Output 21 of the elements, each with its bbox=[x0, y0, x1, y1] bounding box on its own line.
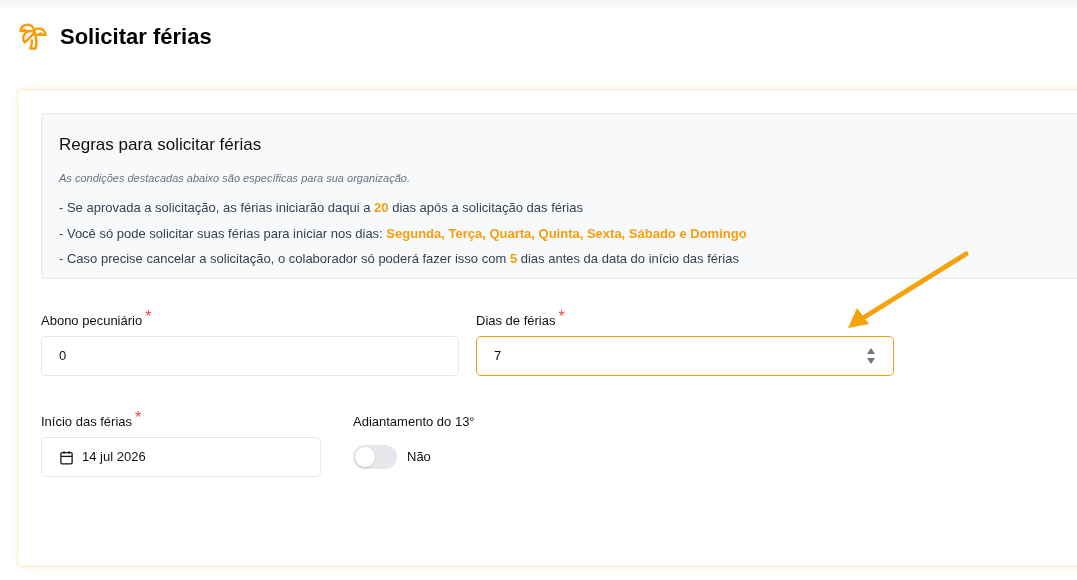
calendar-icon bbox=[59, 449, 74, 465]
date-field[interactable]: 14 jul 2026 bbox=[41, 437, 321, 477]
palm-tree-icon bbox=[18, 21, 48, 51]
required-mark: * bbox=[135, 410, 142, 426]
input-field[interactable]: 7 bbox=[476, 336, 894, 376]
toggle-label: Não bbox=[407, 448, 431, 467]
field-label: Abono pecuniário bbox=[41, 312, 143, 330]
spinner-icon[interactable] bbox=[866, 347, 876, 365]
rules-note: As condições destacadas abaixo são específicas para sua organização. bbox=[59, 170, 411, 186]
input-field[interactable]: 0 bbox=[41, 336, 459, 376]
toggle-switch[interactable] bbox=[353, 445, 397, 469]
rule-text: - Caso precise cancelar a solicitação, o colaborador só poderá fazer isso com 5 dias antes da data do início das férias bbox=[59, 250, 740, 268]
rule-text: - Você só pode solicitar suas férias para iniciar nos dias: Segunda, Terça, Quarta, Quinta, Sexta, Sábado e Domingo bbox=[59, 224, 748, 243]
field-label: Adiantamento do 13° bbox=[353, 413, 475, 431]
field-label: Dias de férias bbox=[476, 312, 556, 330]
field-label: Início das férias bbox=[41, 413, 133, 431]
required-mark: * bbox=[145, 309, 152, 325]
required-mark: * bbox=[558, 309, 565, 325]
rules-title: Regras para solicitar férias bbox=[59, 134, 263, 156]
rule-text: - Se aprovada a solicitação, as férias iniciarão daqui a 20 dias após a solicitação das férias bbox=[59, 199, 584, 217]
page-title: Solicitar férias bbox=[60, 22, 212, 51]
